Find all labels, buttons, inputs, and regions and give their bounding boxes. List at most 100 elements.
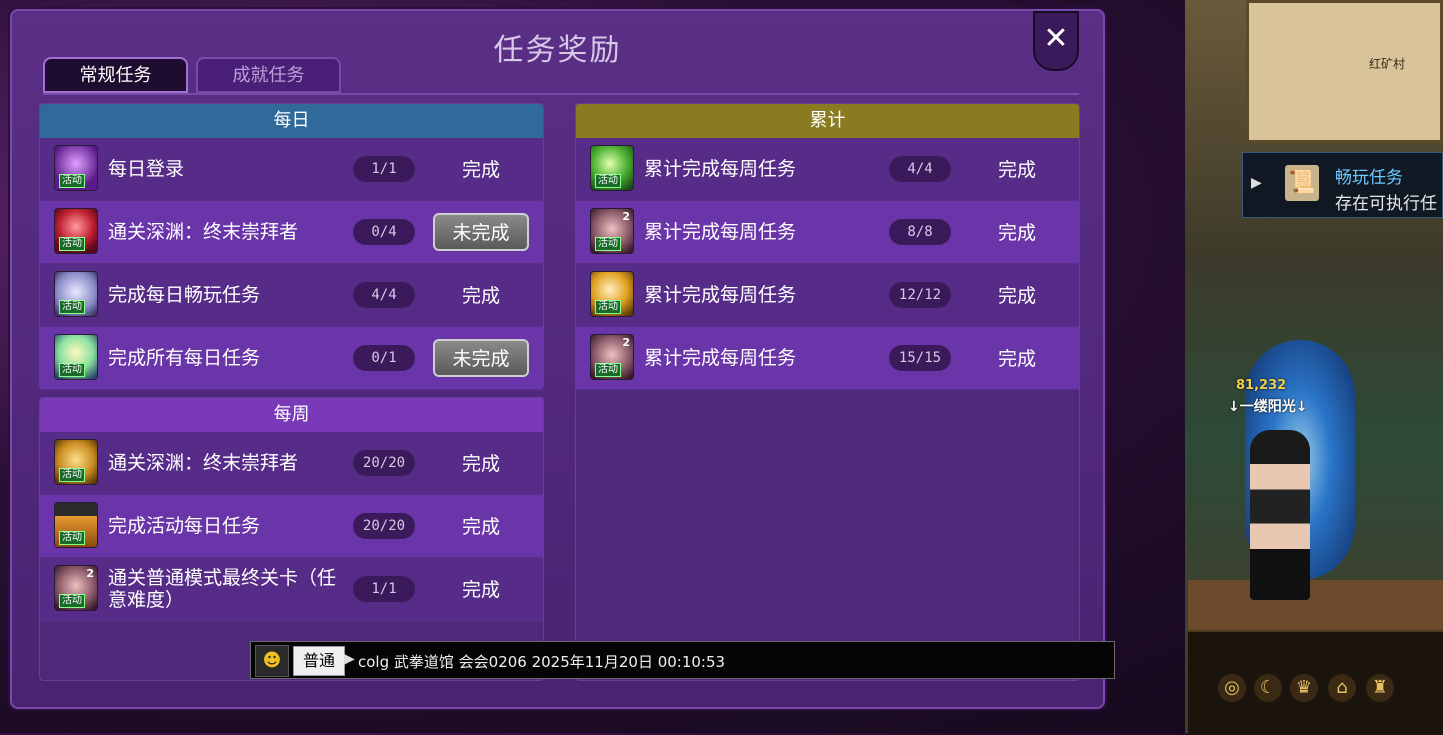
event-tag: 活动: [59, 531, 85, 545]
mission-row: 活动 通关深渊：终末崇拜者 20/20 完成: [40, 432, 543, 495]
mission-progress: 20/20: [353, 450, 415, 476]
mission-name: 累计完成每周任务: [644, 221, 797, 243]
minimap-location-label: 红矿村: [1369, 57, 1406, 71]
mission-row: 活动 完成所有每日任务 0/1 未完成: [40, 327, 543, 390]
crown-icon[interactable]: ♛: [1290, 674, 1318, 702]
game-floor: [1188, 580, 1443, 630]
close-icon[interactable]: ✕: [1033, 11, 1079, 71]
cumulative-header: 累计: [576, 104, 1079, 138]
boss-icon: 活动 2: [590, 334, 634, 380]
emoji-icon[interactable]: ☻: [255, 645, 289, 677]
chair-icon[interactable]: ♜: [1366, 674, 1394, 702]
abyss-icon: 活动: [54, 208, 98, 254]
tab-achievement-missions[interactable]: 成就任务: [196, 57, 341, 93]
mission-status-complete: 完成: [461, 579, 500, 601]
event-tag: 活动: [595, 237, 621, 251]
icon-count: 2: [86, 567, 94, 580]
mission-row: 活动 每日登录 1/1 完成: [40, 138, 543, 201]
scroll-icon: 📜: [1285, 165, 1319, 201]
quest-tracker[interactable]: ▶ 📜 畅玩任务 存在可执行任: [1242, 152, 1443, 218]
event-tag: 活动: [59, 300, 85, 314]
mission-name: 通关普通模式最终关卡（任意难度）: [108, 567, 337, 611]
mission-status-complete: 完成: [461, 159, 500, 181]
daily-header: 每日: [40, 104, 543, 138]
home-icon[interactable]: ⌂: [1328, 674, 1356, 702]
event-tag: 活动: [595, 300, 621, 314]
character-score: 81,232: [1236, 378, 1287, 393]
mission-row: 活动 完成活动每日任务 20/20 完成: [40, 495, 543, 558]
mission-name: 累计完成每周任务: [644, 347, 797, 369]
boss-icon: 活动 2: [54, 565, 98, 611]
mission-row: 活动 累计完成每周任务 12/12 完成: [576, 264, 1079, 327]
character-name: ↓一缕阳光↓: [1228, 399, 1308, 415]
daily-section: 每日 活动 每日登录 1/1 完成 活动 通关深渊：终末崇拜者 0/4 未完成 活动 完成每日畅玩…: [39, 103, 544, 390]
mission-row: 活动 2 通关普通模式最终关卡（任意难度） 1/1 完成: [40, 558, 543, 621]
icon-count: 2: [622, 336, 630, 349]
gold-orb-icon: 活动: [590, 271, 634, 317]
green-orb-icon: 活动: [590, 145, 634, 191]
potion-icon: 活动: [54, 502, 98, 548]
mission-progress: 8/8: [889, 219, 951, 245]
ring-icon[interactable]: ◎: [1218, 674, 1246, 702]
mission-progress: 4/4: [353, 282, 415, 308]
event-tag: 活动: [59, 237, 85, 251]
player-character[interactable]: [1250, 430, 1310, 600]
mission-name: 累计完成每周任务: [644, 158, 797, 180]
mission-progress: 12/12: [889, 282, 951, 308]
mission-incomplete-button[interactable]: 未完成: [433, 213, 529, 251]
mission-status-complete: 完成: [997, 285, 1036, 307]
mission-name: 每日登录: [108, 158, 185, 180]
mission-name: 通关深渊：终末崇拜者: [108, 221, 299, 243]
mission-status-complete: 完成: [461, 285, 500, 307]
mission-status-complete: 完成: [997, 348, 1036, 370]
mission-row: 活动 2 累计完成每周任务 8/8 完成: [576, 201, 1079, 264]
mission-progress: 4/4: [889, 156, 951, 182]
mission-status-complete: 完成: [461, 516, 500, 538]
crescent-icon[interactable]: ☾: [1254, 674, 1282, 702]
channel-arrow-icon: ▶: [344, 651, 355, 667]
mission-progress: 0/1: [353, 345, 415, 371]
cumulative-section: 累计 活动 累计完成每周任务 4/4 完成 活动 2 累计完成每周任务 8/8 完成 活动 累计完成…: [575, 103, 1080, 681]
mission-reward-window: 任务奖励 ✕ 常规任务 成就任务 每日 活动 每日登录 1/1 完成 活动 通关深渊：终末…: [10, 9, 1105, 709]
mission-row: 活动 完成每日畅玩任务 4/4 完成: [40, 264, 543, 327]
weekly-header: 每周: [40, 398, 543, 432]
mission-name: 完成每日畅玩任务: [108, 284, 261, 306]
event-tag: 活动: [59, 594, 85, 608]
mission-progress: 15/15: [889, 345, 951, 371]
tab-regular-missions[interactable]: 常规任务: [43, 57, 188, 93]
icon-count: 2: [622, 210, 630, 223]
login-icon: 活动: [54, 145, 98, 191]
mission-row: 活动 累计完成每周任务 4/4 完成: [576, 138, 1079, 201]
mission-progress: 1/1: [353, 156, 415, 182]
gear-icon: 活动: [54, 271, 98, 317]
mission-name: 完成活动每日任务: [108, 515, 261, 537]
minimap[interactable]: 红矿村: [1246, 0, 1443, 143]
event-tag: 活动: [595, 174, 621, 188]
mission-status-complete: 完成: [461, 453, 500, 475]
gold-abyss-icon: 活动: [54, 439, 98, 485]
expand-arrow-icon[interactable]: ▶: [1251, 175, 1262, 191]
mission-progress: 0/4: [353, 219, 415, 245]
mission-progress: 20/20: [353, 513, 415, 539]
mission-status-complete: 完成: [997, 159, 1036, 181]
weekly-section: 每周 活动 通关深渊：终末崇拜者 20/20 完成 活动 完成活动每日任务 20/20 完成活…: [39, 397, 544, 681]
mission-name: 累计完成每周任务: [644, 284, 797, 306]
mission-status-complete: 完成: [997, 222, 1036, 244]
mission-name: 完成所有每日任务: [108, 347, 261, 369]
tab-divider: [43, 93, 1079, 95]
hud-toolbar: ◎ ☾ ♛ ⌂ ♜: [1188, 630, 1443, 735]
boss-icon: 活动 2: [590, 208, 634, 254]
mission-name: 通关深渊：终末崇拜者: [108, 452, 299, 474]
mission-row: 活动 通关深渊：终末崇拜者 0/4 未完成: [40, 201, 543, 264]
quest-tracker-subtitle: 存在可执行任: [1335, 194, 1437, 214]
star-burst-icon: 活动: [54, 334, 98, 380]
event-tag: 活动: [595, 363, 621, 377]
mission-row: 活动 2 累计完成每周任务 15/15 完成: [576, 327, 1079, 390]
mission-incomplete-button[interactable]: 未完成: [433, 339, 529, 377]
chat-message: colg 武拳道馆 会会0206 2025年11月20日 00:10:53: [358, 653, 726, 671]
chat-bar[interactable]: ☻ 普通 ▶ colg 武拳道馆 会会0206 2025年11月20日 00:1…: [250, 641, 1115, 679]
quest-tracker-title: 畅玩任务: [1335, 168, 1403, 188]
chat-channel-selector[interactable]: 普通: [293, 646, 345, 676]
mission-progress: 1/1: [353, 576, 415, 602]
event-tag: 活动: [59, 363, 85, 377]
